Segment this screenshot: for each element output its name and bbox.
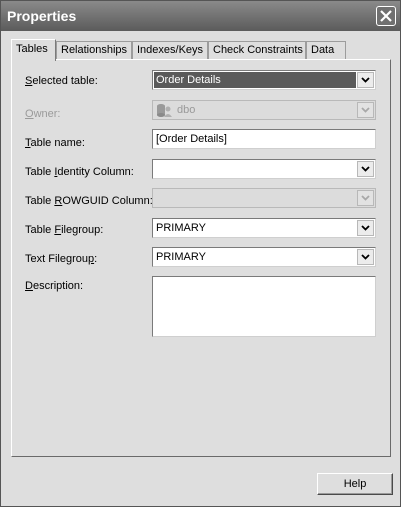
tab-indexes-keys[interactable]: Indexes/Keys xyxy=(132,41,208,59)
selected-table-label: Selected table: xyxy=(25,75,98,87)
tab-label: Tables xyxy=(16,43,48,55)
rowguid-column-dropdown[interactable] xyxy=(152,188,376,208)
selected-table-dropdown-button[interactable] xyxy=(357,72,374,88)
text-filegroup-value: PRIMARY xyxy=(156,251,206,263)
title-bar: Properties xyxy=(1,1,400,31)
text-filegroup-dropdown-button[interactable] xyxy=(357,249,374,265)
identity-column-dropdown-button[interactable] xyxy=(357,161,374,177)
table-name-input[interactable]: [Order Details] xyxy=(152,129,376,149)
selected-table-value: Order Details xyxy=(156,74,221,86)
tab-relationships[interactable]: Relationships xyxy=(56,41,132,59)
owner-value: dbo xyxy=(177,104,196,116)
table-filegroup-value: PRIMARY xyxy=(156,222,206,234)
help-button[interactable]: Help xyxy=(317,473,393,495)
tab-data[interactable]: Data xyxy=(306,41,346,59)
rowguid-column-label: Table ROWGUID Column: xyxy=(25,195,153,207)
text-filegroup-dropdown[interactable]: PRIMARY xyxy=(152,247,376,267)
owner-dropdown-button[interactable] xyxy=(357,102,374,118)
identity-column-label: Table Identity Column: xyxy=(25,166,134,178)
close-button[interactable] xyxy=(376,6,396,26)
tab-label: Relationships xyxy=(61,44,128,56)
owner-dropdown[interactable]: dbo xyxy=(152,100,376,120)
description-textarea[interactable] xyxy=(152,276,376,337)
tab-check-constraints[interactable]: Check Constraints xyxy=(208,41,306,59)
table-name-label: Table name: xyxy=(25,137,85,149)
table-name-value: [Order Details] xyxy=(156,133,227,145)
identity-column-dropdown[interactable] xyxy=(152,159,376,179)
table-filegroup-dropdown[interactable]: PRIMARY xyxy=(152,218,376,238)
table-filegroup-label: Table Filegroup: xyxy=(25,224,104,236)
tab-tables[interactable]: Tables xyxy=(11,39,56,61)
description-label: Description: xyxy=(25,280,84,292)
rowguid-column-dropdown-button[interactable] xyxy=(357,190,374,206)
database-owner-icon xyxy=(156,103,172,120)
properties-dialog: Properties Tables Relationships Indexes/… xyxy=(0,0,401,507)
tab-label: Check Constraints xyxy=(213,44,303,56)
table-filegroup-dropdown-button[interactable] xyxy=(357,220,374,236)
text-filegroup-label: Text Filegroup: xyxy=(25,253,98,265)
owner-label: Owner: xyxy=(25,108,61,120)
tab-label: Data xyxy=(311,44,335,56)
tab-label: Indexes/Keys xyxy=(137,44,204,56)
selected-table-dropdown[interactable]: Order Details xyxy=(152,70,376,90)
window-title: Properties xyxy=(7,8,77,24)
